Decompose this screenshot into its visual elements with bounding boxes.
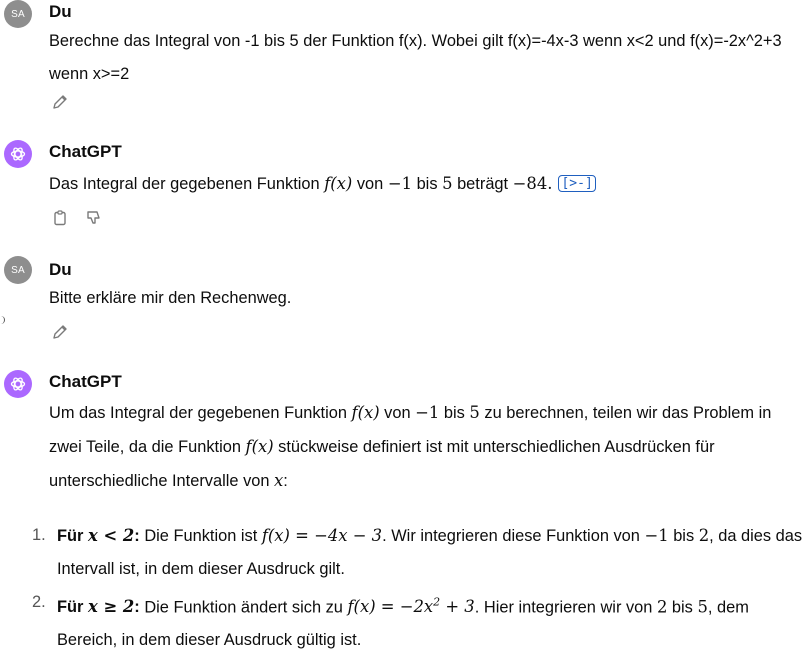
math-expression: f(x) = −2x2 + 3 (347, 596, 475, 617)
message-author: ChatGPT (49, 372, 122, 391)
math-lower-bound: −1 (415, 403, 440, 422)
list-number: 2. (32, 593, 46, 611)
explanation-list: 1. Für x < 2: Die Funktion ist f(x) = −4… (0, 519, 804, 657)
text-segment: bis (667, 598, 698, 617)
text-segment: . Hier integrieren wir von (474, 598, 657, 617)
user-avatar: SA (4, 0, 32, 28)
math-lower-bound: 2 (656, 597, 668, 617)
user-message-1: SA Du Berechne das Integral von -1 bis 5… (0, 0, 810, 120)
math-expression: f(x) = −4x − 3 (261, 526, 383, 545)
chatgpt-avatar (4, 140, 32, 168)
message-text: Bitte erkläre mir den Rechenweg. (49, 289, 292, 307)
message-text: Das Integral der gegebenen Funktion f(x)… (49, 167, 804, 202)
math-function: f(x) (245, 437, 274, 456)
text-segment: Die Funktion ändert sich zu (139, 598, 348, 617)
list-number: 1. (32, 526, 46, 544)
assistant-message-1: ChatGPT Das Integral der gegebenen Funkt… (0, 138, 810, 238)
math-upper-bound: 5 (697, 597, 708, 617)
math-upper-bound: 5 (442, 174, 453, 193)
copy-icon[interactable] (50, 208, 70, 228)
text-segment: von (352, 175, 388, 193)
math-function: f(x) (324, 174, 353, 193)
openai-logo-icon (10, 147, 26, 161)
math-condition: x ≥ 2 (87, 597, 135, 617)
user-avatar: SA (4, 256, 32, 284)
message-text: Um das Integral der gegebenen Funktion f… (49, 396, 804, 498)
text-segment: Um das Integral der gegebenen Funktion (49, 404, 352, 422)
text-segment: bis (412, 175, 443, 193)
message-author: Du (49, 2, 72, 21)
edit-icon[interactable] (50, 92, 70, 112)
list-heading: Für x < 2: (57, 526, 140, 545)
text-segment: Die Funktion ist (139, 527, 262, 545)
message-text: Berechne das Integral von -1 bis 5 der F… (49, 32, 782, 83)
user-message-2: SA Du Bitte erkläre mir den Rechenweg. (0, 256, 810, 346)
math-result: −84. (512, 174, 553, 193)
math-upper-bound: 5 (469, 403, 480, 422)
view-analysis-button[interactable]: [>-] (558, 175, 596, 192)
list-item: 1. Für x < 2: Die Funktion ist f(x) = −4… (0, 519, 804, 586)
chatgpt-avatar (4, 370, 32, 398)
math-upper-bound: 2 (698, 526, 710, 545)
thumbs-down-icon[interactable] (84, 208, 104, 228)
message-author: ChatGPT (49, 142, 122, 161)
list-heading: Für x ≥ 2: (57, 597, 140, 617)
math-function: f(x) (351, 403, 380, 422)
math-lower-bound: −1 (387, 174, 413, 193)
text-segment: bis (439, 404, 470, 422)
text-segment: von (379, 404, 416, 422)
assistant-message-2: ChatGPT Um das Integral der gegebenen Fu… (0, 368, 810, 649)
openai-logo-icon (10, 377, 26, 391)
text-segment: . Wir integrieren diese Funktion von (382, 527, 645, 545)
math-condition: x < 2 (87, 526, 135, 545)
message-author: Du (49, 260, 72, 279)
math-variable: x (274, 471, 284, 490)
math-lower-bound: −1 (644, 526, 669, 545)
text-segment: bis (668, 527, 699, 545)
edit-icon[interactable] (50, 322, 70, 342)
text-segment: : (283, 472, 288, 490)
text-segment: beträgt (452, 175, 513, 193)
list-item: 2. Für x ≥ 2: Die Funktion ändert sich z… (0, 586, 804, 657)
text-segment: Das Integral der gegebenen Funktion (49, 175, 325, 193)
